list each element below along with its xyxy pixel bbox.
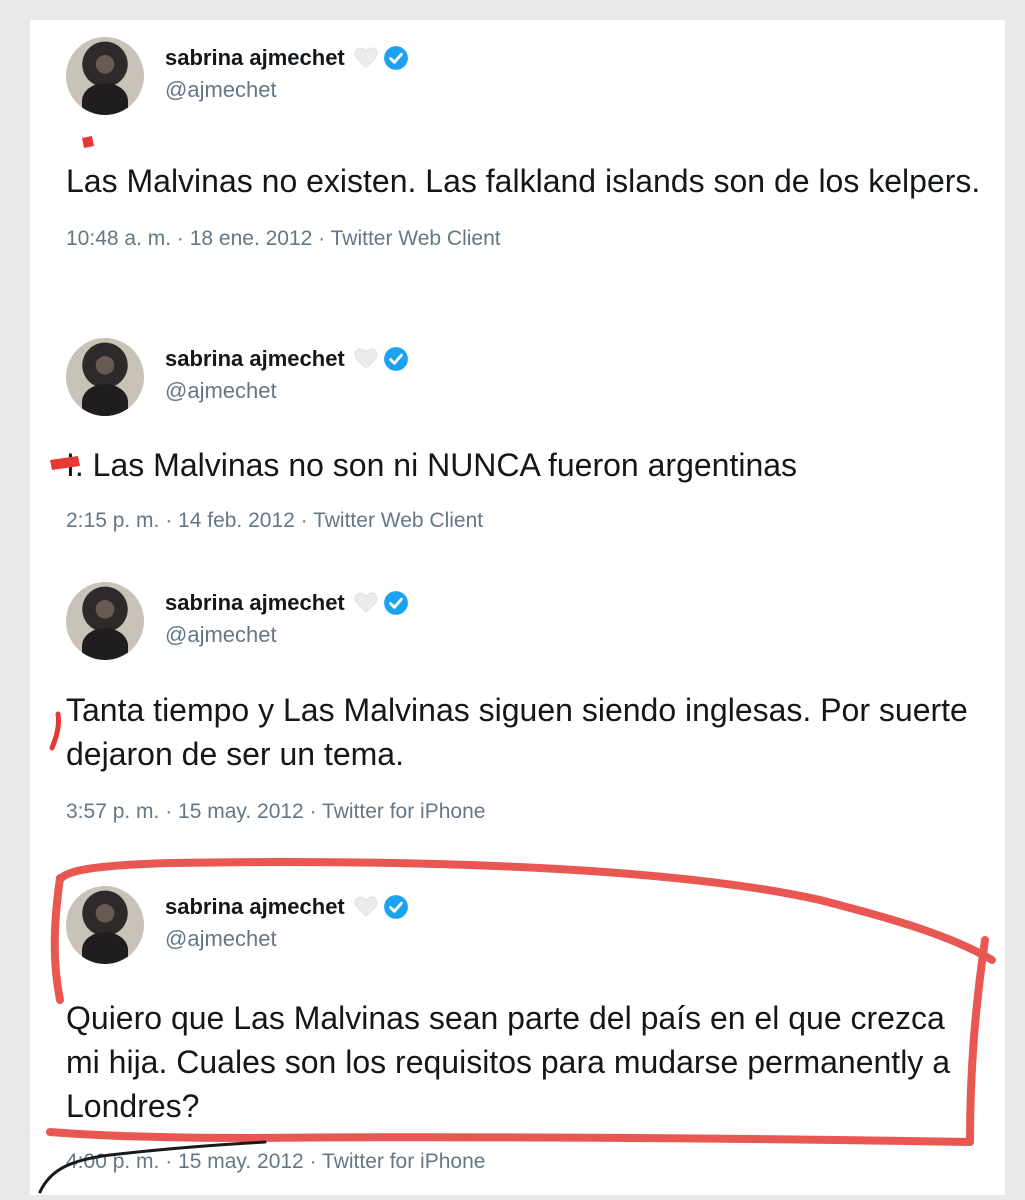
tweet-card: sabrina ajmechet @ajmechet Tanta tiempo … bbox=[66, 582, 986, 824]
tweet-timestamp[interactable]: 2:15 p. m. · 14 feb. 2012 · Twitter Web … bbox=[66, 509, 986, 533]
tweet-timestamp[interactable]: 10:48 a. m. · 18 ene. 2012 · Twitter Web… bbox=[66, 227, 986, 251]
heart-icon bbox=[354, 47, 378, 68]
tweet-header: sabrina ajmechet @ajmechet bbox=[66, 886, 986, 966]
avatar[interactable] bbox=[66, 886, 144, 964]
display-name[interactable]: sabrina ajmechet bbox=[165, 894, 345, 920]
username-handle[interactable]: @ajmechet bbox=[165, 926, 277, 952]
tweet-header: sabrina ajmechet @ajmechet bbox=[66, 338, 986, 418]
annotation-mark bbox=[49, 711, 61, 751]
tweet-header: sabrina ajmechet @ajmechet bbox=[66, 582, 986, 662]
tweet-text: Tanta tiempo y Las Malvinas siguen siend… bbox=[66, 692, 968, 772]
verified-badge-icon bbox=[383, 591, 408, 615]
name-row: sabrina ajmechet bbox=[165, 894, 409, 920]
tweet-text: Quiero que Las Malvinas sean parte del p… bbox=[66, 1000, 950, 1124]
tweet-text: I. Las Malvinas no son ni NUNCA fueron a… bbox=[66, 447, 798, 483]
tweet-text: Las Malvinas no existen. Las falkland is… bbox=[66, 163, 981, 199]
tweet-timestamp[interactable]: 3:57 p. m. · 15 may. 2012 · Twitter for … bbox=[66, 800, 986, 824]
avatar[interactable] bbox=[66, 37, 144, 115]
display-name[interactable]: sabrina ajmechet bbox=[165, 346, 345, 372]
username-handle[interactable]: @ajmechet bbox=[165, 622, 277, 648]
screenshot-collage: sabrina ajmechet @ajmechet Las Malvinas … bbox=[30, 20, 1005, 1195]
display-name[interactable]: sabrina ajmechet bbox=[165, 590, 345, 616]
heart-icon bbox=[354, 592, 378, 613]
name-row: sabrina ajmechet bbox=[165, 346, 409, 372]
username-handle[interactable]: @ajmechet bbox=[165, 378, 277, 404]
tweet-card: sabrina ajmechet @ajmechet Las Malvinas … bbox=[66, 37, 986, 251]
verified-badge-icon bbox=[383, 895, 408, 919]
username-handle[interactable]: @ajmechet bbox=[165, 77, 277, 103]
tweet-card: sabrina ajmechet @ajmechet I. Las Malvin… bbox=[66, 338, 986, 533]
name-row: sabrina ajmechet bbox=[165, 590, 409, 616]
verified-badge-icon bbox=[383, 46, 408, 70]
heart-icon bbox=[354, 896, 378, 917]
verified-badge-icon bbox=[383, 347, 408, 371]
name-row: sabrina ajmechet bbox=[165, 45, 409, 71]
avatar[interactable] bbox=[66, 338, 144, 416]
display-name[interactable]: sabrina ajmechet bbox=[165, 45, 345, 71]
tweet-timestamp[interactable]: 4:00 p. m. · 15 may. 2012 · Twitter for … bbox=[66, 1150, 986, 1174]
avatar[interactable] bbox=[66, 582, 144, 660]
heart-icon bbox=[354, 348, 378, 369]
tweet-card: sabrina ajmechet @ajmechet Quiero que La… bbox=[66, 886, 986, 1174]
tweet-header: sabrina ajmechet @ajmechet bbox=[66, 37, 986, 117]
